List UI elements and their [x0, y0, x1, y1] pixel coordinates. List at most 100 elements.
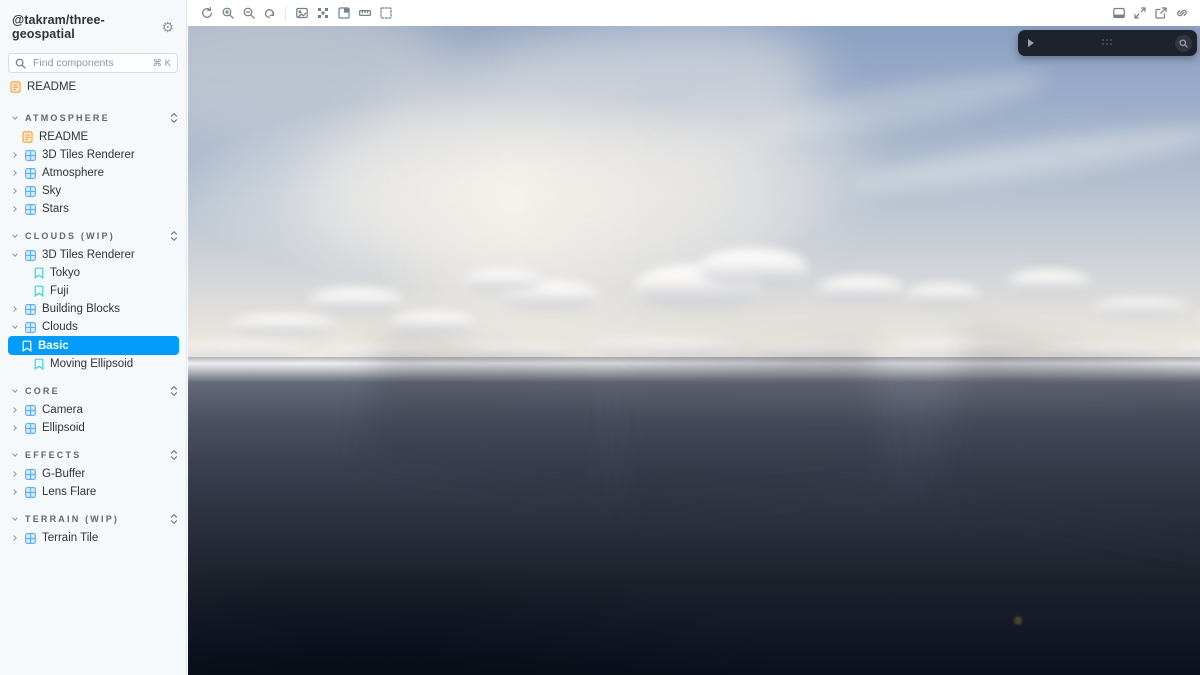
cumulus-cloud: [1093, 298, 1189, 318]
collapse-play-icon[interactable]: [1028, 39, 1034, 47]
sidebar-item-terrain-tile[interactable]: Terrain Tile: [0, 529, 186, 547]
sidebar-item-readme-root[interactable]: README: [0, 78, 186, 96]
ocean-render: [188, 332, 1200, 675]
expand-collapse-all-icon[interactable]: [170, 112, 178, 124]
section-header-terrain-wip[interactable]: TERRAIN (WIP): [0, 511, 186, 527]
backgrounds-icon[interactable]: [291, 3, 312, 23]
component-icon: [25, 321, 36, 333]
section-header-core[interactable]: CORE: [0, 383, 186, 399]
chevron-down-icon: [10, 451, 19, 460]
expand-collapse-all-icon[interactable]: [170, 513, 178, 525]
item-label: Terrain Tile: [42, 532, 99, 544]
chevron-down-icon: [10, 323, 19, 332]
toolbar-divider: [285, 6, 286, 20]
drag-handle-dots[interactable]: [1101, 39, 1114, 47]
sidebar-item-building-blocks[interactable]: Building Blocks: [0, 300, 186, 318]
chevron-right-icon: [10, 488, 19, 497]
addon-panel-icon[interactable]: [1108, 3, 1129, 23]
cumulus-cloud: [228, 314, 338, 336]
component-icon: [25, 203, 36, 215]
expand-collapse-all-icon[interactable]: [170, 385, 178, 397]
component-icon: [25, 422, 36, 434]
item-label: README: [39, 131, 89, 143]
doc-icon: [10, 81, 21, 93]
doc-icon: [22, 131, 33, 143]
zoom-in-icon[interactable]: [217, 3, 238, 23]
item-label: Clouds: [42, 321, 78, 333]
measure-icon[interactable]: [354, 3, 375, 23]
item-label: Stars: [42, 203, 69, 215]
expand-collapse-all-icon[interactable]: [170, 230, 178, 242]
story-bookmark-icon: [34, 358, 44, 370]
component-icon: [25, 185, 36, 197]
section-label: EFFECTS: [25, 450, 82, 460]
gear-icon[interactable]: ⚙: [161, 20, 174, 34]
component-icon: [25, 404, 36, 416]
sidebar-item-g-buffer[interactable]: G-Buffer: [0, 465, 186, 483]
chevron-down-icon: [10, 251, 19, 260]
sidebar-item-tokyo[interactable]: Tokyo: [0, 264, 186, 282]
sidebar-item-basic-selected[interactable]: Basic: [8, 336, 179, 355]
remount-icon[interactable]: [196, 3, 217, 23]
copy-link-icon[interactable]: [1171, 3, 1192, 23]
component-icon: [25, 468, 36, 480]
chevron-right-icon: [10, 205, 19, 214]
project-title: @takram/three-geospatial: [12, 13, 105, 41]
cloud-shadow-ray: [935, 332, 1200, 552]
story-bookmark-icon: [34, 267, 44, 279]
sidebar-item-camera[interactable]: Camera: [0, 401, 186, 419]
component-icon: [25, 167, 36, 179]
sidebar-item-clouds-3d-tiles-renderer[interactable]: 3D Tiles Renderer: [0, 246, 186, 264]
sidebar-item-fuji[interactable]: Fuji: [0, 282, 186, 300]
viewport-icon[interactable]: [333, 3, 354, 23]
sidebar-item-atmosphere[interactable]: Atmosphere: [0, 164, 186, 182]
chevron-right-icon: [10, 151, 19, 160]
sidebar-item-clouds[interactable]: Clouds: [0, 318, 186, 336]
horizon-cloud: [588, 340, 738, 356]
sidebar-item-atmosphere-readme[interactable]: README: [0, 128, 186, 146]
expand-collapse-all-icon[interactable]: [170, 449, 178, 461]
sky-render: [188, 26, 1200, 364]
chevron-down-icon: [10, 114, 19, 123]
chevron-right-icon: [10, 169, 19, 178]
sidebar-item-lens-flare[interactable]: Lens Flare: [0, 483, 186, 501]
section-header-effects[interactable]: EFFECTS: [0, 447, 186, 463]
zoom-reset-icon[interactable]: [259, 3, 280, 23]
chevron-down-icon: [10, 232, 19, 241]
chevron-right-icon: [10, 406, 19, 415]
item-label: Ellipsoid: [42, 422, 85, 434]
fullscreen-icon[interactable]: [1129, 3, 1150, 23]
outline-icon[interactable]: [375, 3, 396, 23]
section-label: TERRAIN (WIP): [25, 514, 120, 524]
cloud-shadow-ray: [360, 340, 616, 494]
filter-magnifier-icon[interactable]: [1175, 34, 1192, 52]
story-canvas-3d-scene[interactable]: [188, 26, 1200, 675]
cloud-wisp: [847, 114, 1200, 202]
canvas-toolbar: [188, 0, 1200, 26]
zoom-out-icon[interactable]: [238, 3, 259, 23]
sidebar-item-3d-tiles-renderer[interactable]: 3D Tiles Renderer: [0, 146, 186, 164]
chevron-right-icon: [10, 470, 19, 479]
component-icon: [25, 303, 36, 315]
cloud-shadow-ray: [611, 343, 885, 511]
section-header-atmosphere[interactable]: ATMOSPHERE: [0, 110, 186, 126]
sidebar-item-stars[interactable]: Stars: [0, 200, 186, 218]
sidebar-item-ellipsoid[interactable]: Ellipsoid: [0, 419, 186, 437]
item-label: 3D Tiles Renderer: [42, 249, 135, 261]
item-label: Fuji: [50, 285, 69, 297]
item-label: Lens Flare: [42, 486, 97, 498]
storybook-sidebar: @takram/three-geospatial ⚙ ⌘ K README AT…: [0, 0, 187, 675]
cumulus-cloud: [463, 269, 543, 293]
chevron-down-icon: [10, 387, 19, 396]
open-new-tab-icon[interactable]: [1150, 3, 1171, 23]
section-header-clouds-wip[interactable]: CLOUDS (WIP): [0, 228, 186, 244]
section-label: CLOUDS (WIP): [25, 231, 115, 241]
sidebar-item-moving-ellipsoid[interactable]: Moving Ellipsoid: [0, 355, 186, 373]
sidebar-item-sky[interactable]: Sky: [0, 182, 186, 200]
component-icon: [25, 486, 36, 498]
grid-icon[interactable]: [312, 3, 333, 23]
story-bookmark-icon: [22, 340, 32, 352]
lens-flare-speck: [1014, 616, 1023, 625]
component-icon: [25, 249, 36, 261]
leva-controls-bar[interactable]: [1018, 30, 1197, 56]
